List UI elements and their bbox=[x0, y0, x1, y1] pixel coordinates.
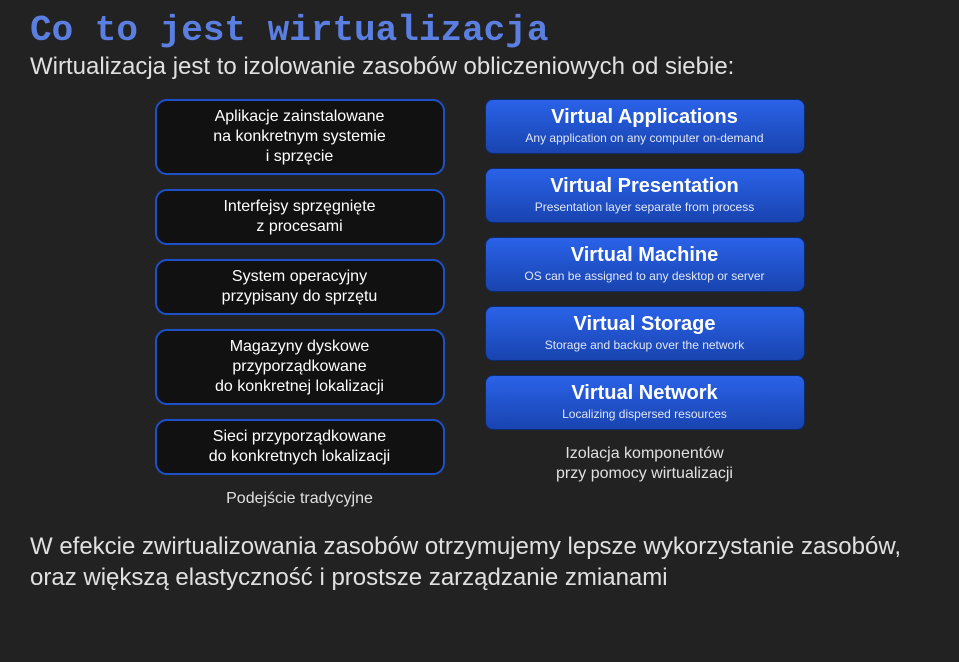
left-box-interfaces: Interfejsy sprzęgniętez procesami bbox=[155, 189, 445, 245]
right-box-sub: Storage and backup over the network bbox=[496, 338, 794, 352]
right-box-title: Virtual Applications bbox=[496, 106, 794, 129]
right-box-virtual-storage: Virtual Storage Storage and backup over … bbox=[485, 306, 805, 361]
two-column-layout: Aplikacje zainstalowanena konkretnym sys… bbox=[30, 99, 929, 509]
right-box-virtual-presentation: Virtual Presentation Presentation layer … bbox=[485, 168, 805, 223]
left-box-network: Sieci przyporządkowanedo konkretnych lok… bbox=[155, 419, 445, 475]
slide-title: Co to jest wirtualizacja bbox=[30, 10, 929, 51]
right-box-sub: Presentation layer separate from process bbox=[496, 200, 794, 214]
right-box-title: Virtual Storage bbox=[496, 313, 794, 336]
right-box-sub: OS can be assigned to any desktop or ser… bbox=[496, 269, 794, 283]
right-box-virtual-applications: Virtual Applications Any application on … bbox=[485, 99, 805, 154]
right-box-virtual-machine: Virtual Machine OS can be assigned to an… bbox=[485, 237, 805, 292]
right-column: Virtual Applications Any application on … bbox=[485, 99, 805, 484]
left-caption: Podejście tradycyjne bbox=[226, 489, 373, 509]
slide-conclusion: W efekcie zwirtualizowania zasobów otrzy… bbox=[30, 531, 929, 593]
left-column: Aplikacje zainstalowanena konkretnym sys… bbox=[155, 99, 445, 509]
right-box-sub: Localizing dispersed resources bbox=[496, 407, 794, 421]
right-box-title: Virtual Network bbox=[496, 382, 794, 405]
right-box-virtual-network: Virtual Network Localizing dispersed res… bbox=[485, 375, 805, 430]
slide: Co to jest wirtualizacja Wirtualizacja j… bbox=[0, 0, 959, 613]
right-box-title: Virtual Presentation bbox=[496, 175, 794, 198]
left-box-storage: Magazyny dyskoweprzyporządkowanedo konkr… bbox=[155, 329, 445, 405]
right-box-title: Virtual Machine bbox=[496, 244, 794, 267]
right-caption: Izolacja komponentówprzy pomocy wirtuali… bbox=[556, 444, 733, 484]
left-box-os: System operacyjnyprzypisany do sprzętu bbox=[155, 259, 445, 315]
right-box-sub: Any application on any computer on-deman… bbox=[496, 131, 794, 145]
slide-subtitle: Wirtualizacja jest to izolowanie zasobów… bbox=[30, 53, 929, 81]
left-box-applications: Aplikacje zainstalowanena konkretnym sys… bbox=[155, 99, 445, 175]
